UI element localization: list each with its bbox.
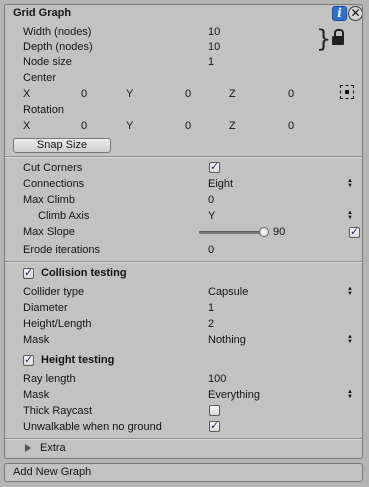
rotation-x-label: X: [23, 120, 31, 132]
extra-foldout[interactable]: Extra: [40, 442, 66, 455]
divider: [5, 439, 362, 440]
depth-field[interactable]: 10: [208, 41, 220, 54]
center-y-field[interactable]: 0: [185, 88, 191, 101]
divider: [5, 262, 362, 263]
collision-testing-checkbox[interactable]: ✓: [23, 268, 34, 279]
add-new-graph-bar[interactable]: Add New Graph: [4, 463, 363, 482]
thick-raycast-checkbox[interactable]: [209, 405, 220, 416]
snap-size-button[interactable]: Snap Size: [13, 138, 111, 153]
center-x-label: X: [23, 88, 31, 100]
climb-axis-dropdown[interactable]: Y: [208, 210, 215, 223]
max-slope-checkbox[interactable]: ✓: [349, 227, 360, 238]
collision-mask-label: Mask: [23, 334, 50, 346]
center-z-label: Z: [229, 88, 236, 100]
add-new-graph-label: Add New Graph: [13, 466, 92, 478]
center-x-field[interactable]: 0: [81, 88, 87, 101]
rotation-z-field[interactable]: 0: [288, 120, 294, 133]
unwalkable-checkbox[interactable]: ✓: [209, 421, 220, 432]
width-field[interactable]: 10: [208, 26, 220, 39]
height-length-field[interactable]: 2: [208, 318, 214, 331]
rotation-z-label: Z: [229, 120, 236, 132]
collision-testing-header: Collision testing: [41, 267, 127, 279]
dropdown-arrows-icon: ▲ ▼: [347, 210, 353, 221]
max-slope-slider-track[interactable]: [199, 231, 264, 234]
max-slope-field[interactable]: 90: [273, 226, 285, 239]
climb-axis-label: Climb Axis: [38, 210, 90, 222]
brace-icon: }: [316, 25, 332, 53]
dropdown-arrows-icon: ▲ ▼: [347, 178, 353, 189]
thick-raycast-label: Thick Raycast: [23, 405, 93, 417]
diameter-label: Diameter: [23, 302, 68, 314]
foldout-arrow-icon[interactable]: [25, 444, 31, 452]
connections-dropdown[interactable]: Eight: [208, 178, 233, 191]
collider-type-label: Collider type: [23, 286, 85, 298]
lock-icon[interactable]: [332, 29, 344, 45]
dropdown-arrows-icon: ▲ ▼: [347, 286, 353, 297]
max-slope-slider-thumb[interactable]: [259, 227, 269, 237]
width-label: Width (nodes): [23, 26, 92, 38]
max-climb-label: Max Climb: [23, 194, 75, 206]
rotation-label: Rotation: [23, 104, 64, 116]
cut-corners-label: Cut Corners: [23, 162, 83, 174]
pivot-icon[interactable]: [340, 85, 354, 99]
center-z-field[interactable]: 0: [288, 88, 294, 101]
node-size-field[interactable]: 1: [208, 56, 214, 69]
ray-length-label: Ray length: [23, 373, 76, 385]
collision-mask-dropdown[interactable]: Nothing: [208, 334, 246, 347]
close-icon[interactable]: ✕: [348, 6, 362, 21]
dropdown-arrows-icon: ▲ ▼: [347, 389, 353, 400]
node-size-label: Node size: [23, 56, 72, 68]
info-icon[interactable]: i: [332, 6, 347, 21]
rotation-y-label: Y: [126, 120, 134, 132]
divider: [5, 157, 362, 158]
ray-length-field[interactable]: 100: [208, 373, 226, 386]
height-testing-header: Height testing: [41, 354, 115, 366]
connections-label: Connections: [23, 178, 85, 190]
unwalkable-label: Unwalkable when no ground: [23, 421, 162, 433]
erode-iterations-label: Erode iterations: [23, 244, 101, 256]
cut-corners-checkbox[interactable]: ✓: [209, 162, 220, 173]
height-mask-dropdown[interactable]: Everything: [208, 389, 260, 402]
dropdown-arrows-icon: ▲ ▼: [347, 334, 353, 345]
depth-label: Depth (nodes): [23, 41, 93, 53]
erode-iterations-field[interactable]: 0: [208, 244, 214, 257]
grid-graph-panel: Grid Graph i ✕ Width (nodes) 10 Depth (n…: [4, 4, 363, 459]
rotation-y-field[interactable]: 0: [185, 120, 191, 133]
diameter-field[interactable]: 1: [208, 302, 214, 315]
center-label: Center: [23, 72, 57, 84]
max-climb-field[interactable]: 0: [208, 194, 214, 207]
center-y-label: Y: [126, 88, 134, 100]
rotation-x-field[interactable]: 0: [81, 120, 87, 133]
height-testing-checkbox[interactable]: ✓: [23, 355, 34, 366]
graph-title: Grid Graph: [13, 7, 72, 19]
max-slope-label: Max Slope: [23, 226, 75, 238]
height-mask-label: Mask: [23, 389, 50, 401]
height-length-label: Height/Length: [23, 318, 92, 330]
collider-type-dropdown[interactable]: Capsule: [208, 286, 248, 299]
